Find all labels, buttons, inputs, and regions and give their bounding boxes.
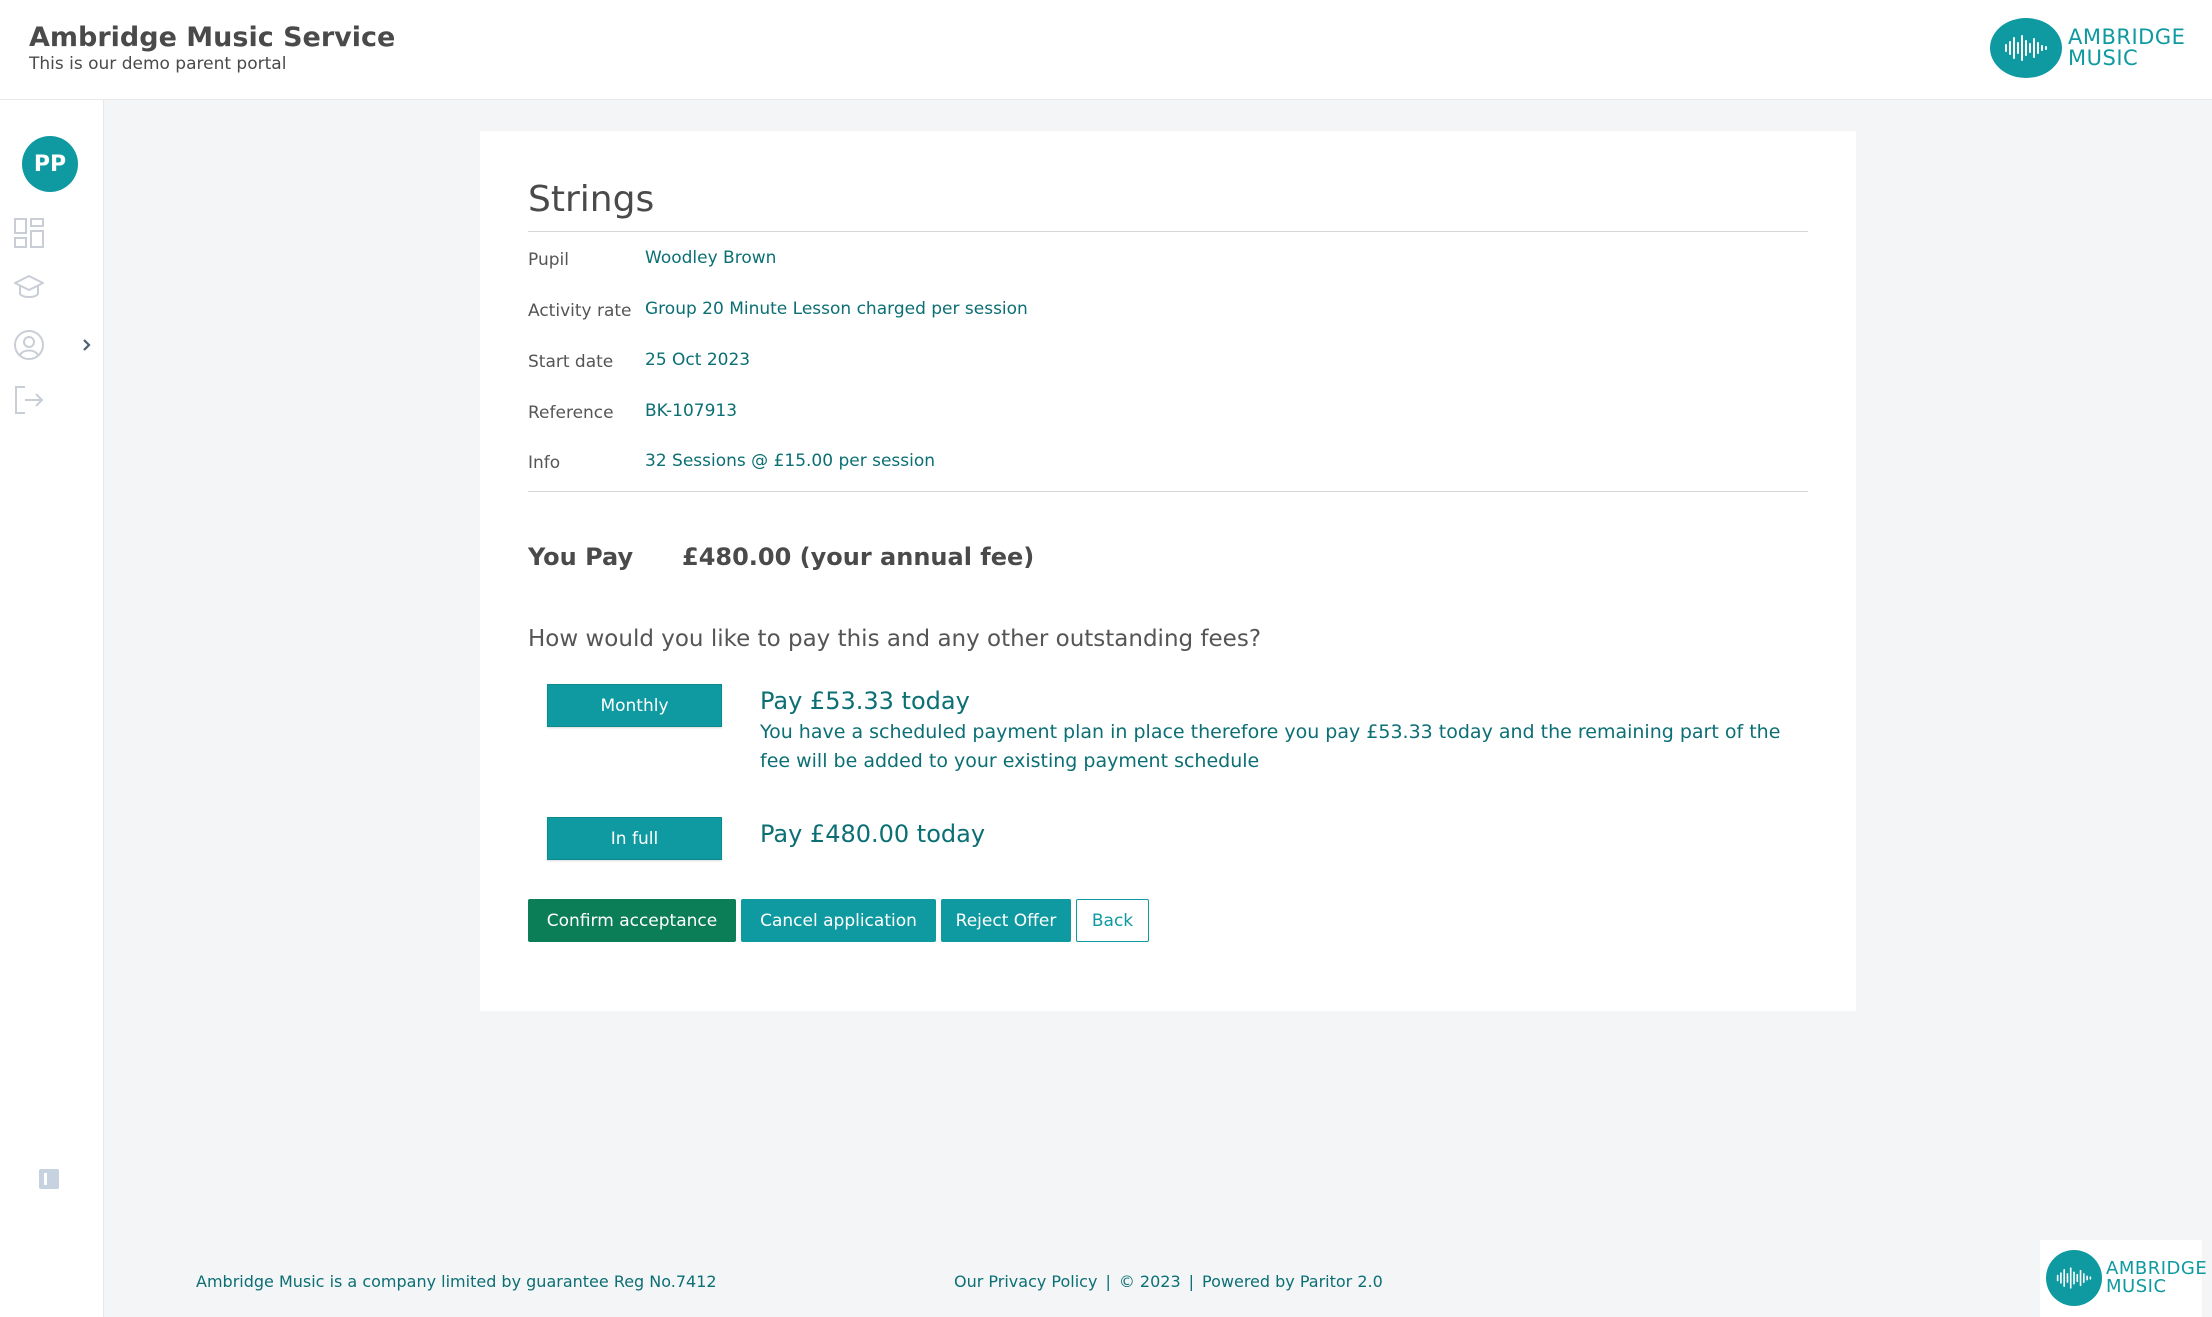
payment-question: How would you like to pay this and any o…: [528, 626, 1262, 652]
soundwave-icon: [2046, 1250, 2102, 1306]
detail-value-activity-rate: Group 20 Minute Lesson charged per sessi…: [645, 299, 1028, 319]
logo-text-line1: AMBRIDGE: [2068, 25, 2186, 49]
booking-card: Strings Pupil Woodley Brown Activity rat…: [480, 131, 1856, 1011]
privacy-policy-link[interactable]: Our Privacy Policy: [954, 1272, 1097, 1291]
detail-value-pupil: Woodley Brown: [645, 248, 777, 268]
monthly-option-title: Pay £53.33 today: [760, 687, 970, 715]
footer-links: Our Privacy Policy | © 2023 | Powered by Par…: [954, 1272, 1383, 1291]
graduation-cap-icon[interactable]: [13, 272, 45, 304]
confirm-acceptance-button[interactable]: Confirm acceptance: [528, 899, 736, 942]
details-divider: [528, 491, 1808, 492]
logo-text-line2: MUSIC: [2068, 46, 2139, 70]
back-button[interactable]: Back: [1076, 899, 1149, 942]
detail-value-info: 32 Sessions @ £15.00 per session: [645, 451, 936, 471]
footer-logo-line2: MUSIC: [2106, 1276, 2167, 1297]
user-circle-icon[interactable]: [13, 329, 45, 361]
detail-label-pupil: Pupil: [528, 250, 569, 270]
sidebar-toggle-button[interactable]: [39, 1169, 59, 1189]
monthly-button[interactable]: Monthly: [547, 684, 722, 727]
footer-company-text: Ambridge Music is a company limited by g…: [196, 1272, 717, 1291]
app-title: Ambridge Music Service: [29, 22, 396, 53]
detail-label-start-date: Start date: [528, 352, 614, 372]
top-header: Ambridge Music Service This is our demo …: [0, 0, 2212, 100]
app-subtitle: This is our demo parent portal: [29, 54, 287, 74]
dashboard-icon[interactable]: [13, 217, 45, 249]
page-title: Strings: [528, 179, 655, 220]
monthly-option-description: You have a scheduled payment plan in pla…: [760, 721, 1781, 772]
detail-value-reference: BK-107913: [645, 401, 738, 421]
detail-label-reference: Reference: [528, 403, 614, 423]
detail-value-start-date: 25 Oct 2023: [645, 350, 751, 370]
footer-copyright: © 2023: [1118, 1272, 1181, 1291]
in-full-option-title: Pay £480.00 today: [760, 820, 986, 848]
detail-label-activity-rate: Activity rate: [528, 301, 632, 321]
you-pay-label: You Pay: [528, 543, 634, 571]
footer-separator: |: [1188, 1272, 1195, 1291]
cancel-application-button[interactable]: Cancel application: [741, 899, 936, 942]
sidebar: PP: [0, 100, 104, 1317]
reject-offer-button[interactable]: Reject Offer: [941, 899, 1071, 942]
avatar[interactable]: PP: [22, 136, 78, 192]
detail-label-info: Info: [528, 453, 561, 473]
footer-separator: |: [1105, 1272, 1111, 1291]
powered-by-text: Powered by Paritor 2.0: [1202, 1272, 1383, 1291]
soundwave-icon: [1990, 18, 2062, 78]
brand-logo[interactable]: AMBRIDGE MUSIC: [1990, 18, 2185, 78]
logout-icon[interactable]: [13, 384, 45, 416]
you-pay-amount: £480.00 (your annual fee): [682, 543, 1035, 571]
in-full-button[interactable]: In full: [547, 817, 722, 860]
chevron-right-icon[interactable]: [80, 336, 94, 354]
title-divider: [528, 231, 1808, 232]
footer-logo: AMBRIDGE MUSIC: [2046, 1250, 2207, 1306]
